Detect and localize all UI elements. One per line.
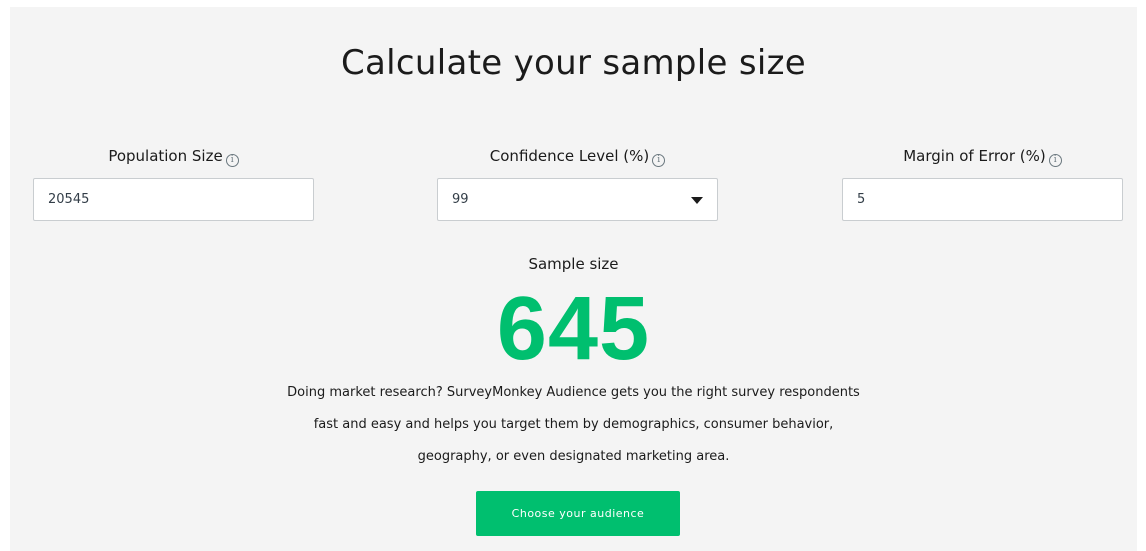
caret-down-icon (691, 197, 703, 204)
info-icon[interactable]: i (652, 154, 666, 167)
population-size-label: Population Size (108, 147, 223, 165)
confidence-level-field: Confidence Level (%) i 99 (437, 144, 718, 221)
sample-size-label: Sample size (528, 255, 619, 273)
calculator-panel: Calculate your sample size Population Si… (10, 7, 1137, 551)
sample-size-value: 645 (496, 279, 651, 379)
page-title: Calculate your sample size (340, 43, 806, 83)
confidence-level-select[interactable]: 99 (437, 178, 718, 221)
confidence-level-label-row: Confidence Level (%) i (437, 144, 718, 168)
audience-description: Doing market research? SurveyMonkey Audi… (287, 385, 860, 464)
info-icon[interactable]: i (1048, 154, 1062, 167)
confidence-level-label: Confidence Level (%) (489, 147, 650, 165)
margin-of-error-field: Margin of Error (%) i (842, 144, 1123, 221)
margin-of-error-label-row: Margin of Error (%) i (842, 144, 1123, 168)
population-size-label-row: Population Size i (33, 144, 314, 168)
margin-of-error-input[interactable] (842, 178, 1123, 221)
population-size-input[interactable] (33, 178, 314, 221)
choose-audience-button[interactable]: Choose your audience (476, 491, 680, 536)
info-icon[interactable]: i (225, 154, 239, 167)
population-size-field: Population Size i (33, 144, 314, 221)
confidence-level-value: 99 (452, 192, 469, 207)
margin-of-error-label: Margin of Error (%) (903, 147, 1046, 165)
